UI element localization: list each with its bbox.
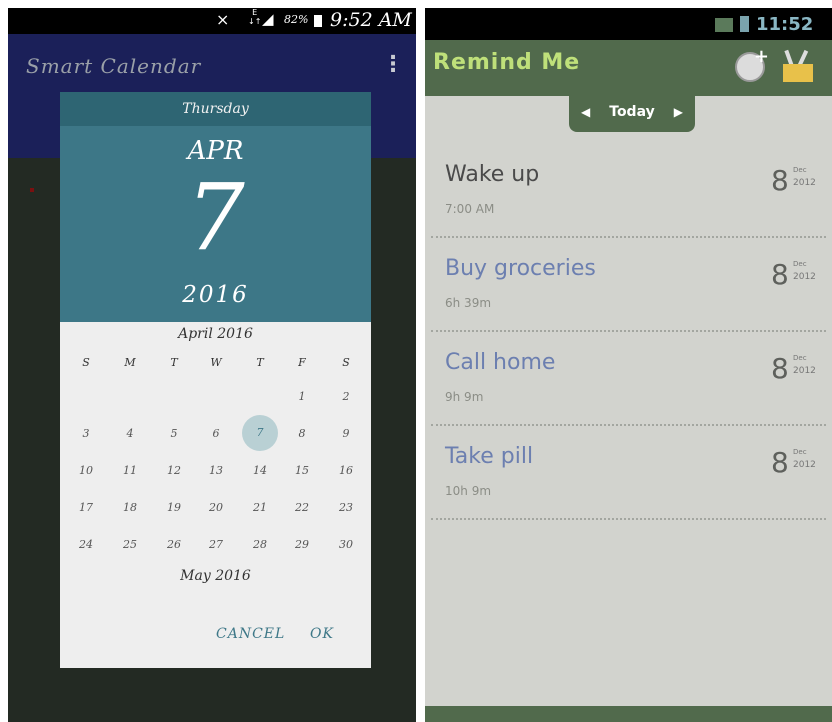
calendar-day[interactable]: 28 — [240, 538, 280, 551]
reminder-day: 8 — [771, 258, 789, 291]
calendar-day[interactable]: 21 — [240, 501, 280, 514]
status-bar: 11:52 — [425, 8, 832, 40]
weekday-header: M — [124, 356, 136, 369]
selected-date[interactable]: 7 — [60, 168, 371, 268]
prev-day-arrow-icon[interactable]: ◀ — [581, 96, 590, 128]
calendar-day[interactable]: 25 — [110, 538, 150, 551]
signal-icon — [715, 18, 733, 32]
calendar-day[interactable]: 27 — [196, 538, 236, 551]
calendar-day[interactable]: 24 — [66, 538, 106, 551]
calendar-day[interactable]: 2 — [326, 390, 366, 403]
smart-calendar-screen: ⨯ E ↓↑ ◢ 82% 9:52 AM Smart Calendar ⋮ Th… — [8, 8, 416, 722]
signal-icon: ◢ — [262, 10, 274, 28]
weekday-header: T — [256, 356, 264, 369]
reminder-month: Dec — [793, 166, 807, 174]
calendar-day[interactable]: 22 — [282, 501, 322, 514]
calendar-day[interactable]: 23 — [326, 501, 366, 514]
weekday-header: S — [342, 356, 350, 369]
ok-button[interactable]: OK — [310, 626, 334, 642]
calendar-day[interactable]: 19 — [154, 501, 194, 514]
calendar-day[interactable]: 8 — [282, 427, 322, 440]
date-picker-header: APR 7 2016 — [60, 126, 371, 322]
calendar-day[interactable]: 4 — [110, 427, 150, 440]
selected-year[interactable]: 2016 — [60, 282, 371, 308]
calendar-day[interactable]: 12 — [154, 464, 194, 477]
calendar-day[interactable]: 20 — [196, 501, 236, 514]
reminder-year: 2012 — [793, 460, 816, 470]
next-month-label: May 2016 — [180, 568, 251, 584]
add-reminder-icon[interactable] — [735, 46, 769, 82]
calendar-day[interactable]: 1 — [282, 390, 322, 403]
calendar-day[interactable]: 11 — [110, 464, 150, 477]
calendar-day[interactable]: 3 — [66, 427, 106, 440]
reminder-month: Dec — [793, 354, 807, 362]
reminder-year: 2012 — [793, 366, 816, 376]
overflow-menu-icon[interactable]: ⋮ — [382, 52, 404, 77]
status-time: 9:52 AM — [330, 9, 412, 31]
battery-percent: 82% — [284, 13, 309, 26]
calendar-day[interactable]: 9 — [326, 427, 366, 440]
calendar-day[interactable]: 10 — [66, 464, 106, 477]
status-bar: ⨯ E ↓↑ ◢ 82% 9:52 AM — [8, 8, 416, 34]
weekday-header: F — [298, 356, 306, 369]
weekday-header: T — [170, 356, 178, 369]
reminder-title: Call home — [445, 350, 556, 375]
reminder-time: 6h 39m — [445, 296, 492, 310]
event-marker — [30, 188, 34, 192]
reminder-month: Dec — [793, 260, 807, 268]
remind-me-screen: 11:52 Remind Me ◀ Today ▶ Wake up 7:00 AM… — [425, 8, 832, 722]
battery-icon — [740, 16, 749, 32]
tools-icon[interactable] — [781, 49, 815, 82]
reminder-item[interactable]: Call home 9h 9m 8 Dec 2012 — [425, 332, 832, 426]
calendar-day[interactable]: 16 — [326, 464, 366, 477]
status-time: 11:52 — [756, 14, 814, 35]
calendar-day[interactable]: 5 — [154, 427, 194, 440]
bottom-bar — [425, 706, 832, 722]
calendar-day[interactable]: 13 — [196, 464, 236, 477]
calendar-day[interactable]: 26 — [154, 538, 194, 551]
reminder-item[interactable]: Take pill 10h 9m 8 Dec 2012 — [425, 426, 832, 520]
reminder-year: 2012 — [793, 178, 816, 188]
cancel-button[interactable]: CANCEL — [216, 626, 285, 642]
reminder-year: 2012 — [793, 272, 816, 282]
calendar-day-selected[interactable]: 7 — [242, 415, 278, 451]
reminder-time: 9h 9m — [445, 390, 484, 404]
reminder-month: Dec — [793, 448, 807, 456]
reminder-item[interactable]: Buy groceries 6h 39m 8 Dec 2012 — [425, 238, 832, 332]
calendar-day[interactable]: 15 — [282, 464, 322, 477]
app-title: Remind Me — [433, 50, 581, 75]
reminder-title: Take pill — [445, 444, 534, 469]
mute-icon: ⨯ — [216, 10, 230, 29]
reminder-day: 8 — [771, 352, 789, 385]
selected-month[interactable]: APR — [60, 136, 371, 166]
network-type: E ↓↑ — [248, 8, 262, 26]
app-title: Smart Calendar — [26, 54, 202, 78]
calendar-day[interactable]: 18 — [110, 501, 150, 514]
weekday-header: W — [210, 356, 222, 369]
today-label[interactable]: Today — [609, 104, 654, 120]
app-bar: Remind Me — [425, 40, 832, 96]
reminder-title: Wake up — [445, 162, 540, 187]
reminder-day: 8 — [771, 164, 789, 197]
reminder-day: 8 — [771, 446, 789, 479]
reminder-item[interactable]: Wake up 7:00 AM 8 Dec 2012 — [425, 144, 832, 238]
calendar-day[interactable]: 6 — [196, 427, 236, 440]
divider — [431, 518, 826, 520]
calendar-day[interactable]: 29 — [282, 538, 322, 551]
calendar-day[interactable]: 17 — [66, 501, 106, 514]
next-day-arrow-icon[interactable]: ▶ — [674, 96, 683, 128]
selected-weekday: Thursday — [60, 92, 371, 126]
day-navigator: ◀ Today ▶ — [569, 96, 695, 132]
reminder-title: Buy groceries — [445, 256, 596, 281]
reminder-time: 10h 9m — [445, 484, 492, 498]
battery-icon — [314, 15, 322, 27]
date-picker-dialog: Thursday APR 7 2016 April 2016 SMTWTFS12… — [60, 92, 371, 668]
calendar-month-label: April 2016 — [178, 326, 253, 342]
calendar-day[interactable]: 30 — [326, 538, 366, 551]
reminder-time: 7:00 AM — [445, 202, 495, 216]
weekday-header: S — [82, 356, 90, 369]
calendar-day[interactable]: 14 — [240, 464, 280, 477]
